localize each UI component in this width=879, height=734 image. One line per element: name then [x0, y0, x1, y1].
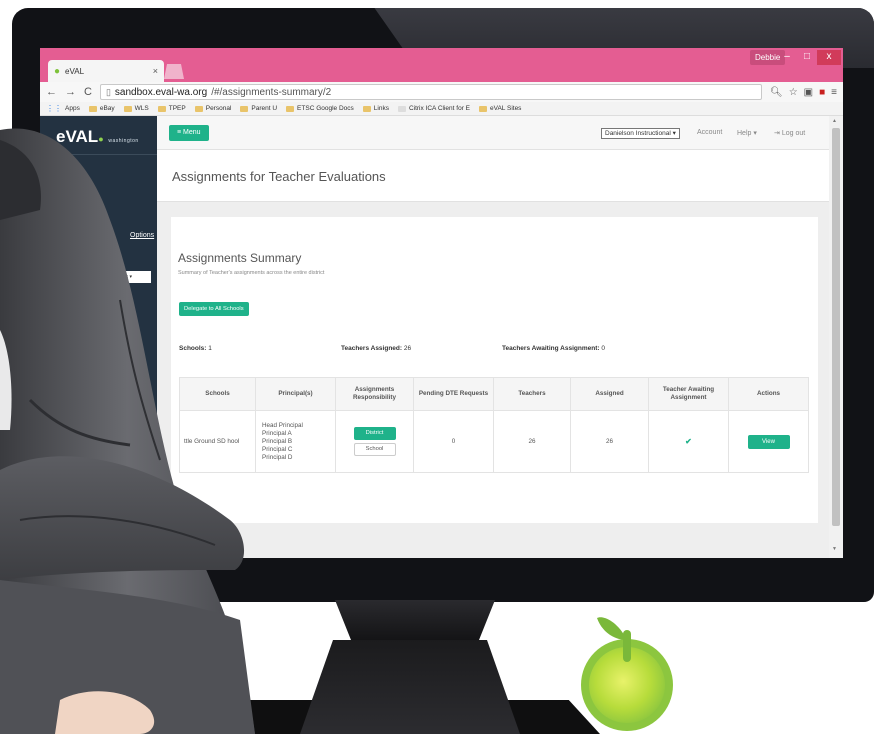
cell-responsibility: District School [335, 410, 414, 473]
zoom-icon[interactable]: 🔍︎ [770, 87, 783, 98]
page-scrollbar[interactable]: ▲ ▼ [829, 116, 843, 558]
new-tab-button[interactable] [164, 64, 184, 79]
view-button[interactable]: View [747, 434, 790, 449]
page-icon: ▯ [105, 86, 111, 97]
table-row: ttle Ground SD hool Head Principal Princ… [179, 410, 809, 473]
cell-awaiting: ✔ [648, 410, 729, 473]
acrobat-icon[interactable]: ■ [819, 87, 825, 98]
tab-title: eVAL [65, 66, 85, 76]
stat-teachers-awaiting: Teachers Awaiting Assignment: 0 [502, 345, 605, 352]
assignments-summary-panel: Assignments Summary Summary of Teacher's… [171, 217, 818, 523]
bookmark-etsc[interactable]: ETSC Google Docs [286, 105, 354, 112]
url-host: sandbox.eval-wa.org [114, 86, 208, 98]
chrome-menu-icon[interactable]: ≡ [831, 87, 837, 98]
reload-icon[interactable]: C [84, 86, 92, 98]
scroll-thumb[interactable] [832, 128, 840, 526]
monitor-stand [300, 640, 520, 734]
address-bar[interactable]: ▯ sandbox.eval-wa.org/#/assignments-summ… [99, 84, 762, 100]
eval-favicon-icon: ● [54, 65, 61, 77]
monitor-neck [335, 600, 495, 640]
bookmark-links[interactable]: Links [362, 105, 389, 112]
bookmark-citrix[interactable]: Citrix ICA Client for E [397, 105, 470, 112]
cell-principals: Head Principal Principal A Principal B P… [255, 410, 336, 473]
col-actions: Actions [728, 377, 809, 411]
scroll-down-icon[interactable]: ▼ [832, 546, 837, 552]
col-principals: Principal(s) [255, 377, 336, 411]
logout-link[interactable]: ⇥ Log out [774, 129, 805, 137]
maximize-button[interactable]: □ [797, 50, 817, 65]
bookmark-star-icon[interactable]: ☆ [789, 87, 798, 98]
forward-arrow-icon[interactable]: → [65, 86, 76, 98]
browser-toolbar: ← → C ▯ sandbox.eval-wa.org/#/assignment… [40, 82, 843, 102]
person-crossed-arms-image [0, 128, 255, 734]
stat-teachers-assigned: Teachers Assigned: 26 [341, 345, 412, 352]
cell-pending: 0 [413, 410, 494, 473]
cell-assigned: 26 [570, 410, 649, 473]
district-toggle-button[interactable]: District [353, 427, 396, 440]
back-arrow-icon[interactable]: ← [46, 86, 57, 98]
col-assigned: Assigned [570, 377, 649, 411]
col-awaiting: Teacher Awaiting Assignment [648, 377, 729, 411]
framework-select[interactable]: Danielson Instructional ▾ [601, 128, 680, 139]
extension-icon[interactable]: ▣ [804, 87, 813, 98]
col-pending-dte: Pending DTE Requests [413, 377, 494, 411]
check-icon: ✔ [685, 437, 692, 446]
minimize-button[interactable]: – [777, 50, 797, 65]
browser-titlebar: ● eVAL × Debbie – □ x [40, 48, 843, 82]
table-header-row: Schools Principal(s) Assignments Respons… [179, 377, 809, 411]
col-teachers: Teachers [493, 377, 571, 411]
apple-logo-icon [581, 617, 673, 731]
folder-icon [362, 105, 371, 112]
close-window-button[interactable]: x [817, 50, 841, 65]
page-icon [397, 105, 406, 112]
scroll-up-icon[interactable]: ▲ [832, 118, 837, 124]
cell-actions: View [728, 410, 809, 473]
school-toggle-button[interactable]: School [353, 443, 396, 456]
help-link[interactable]: Help ▾ [737, 129, 757, 137]
bookmark-eval-sites[interactable]: eVAL Sites [479, 105, 521, 112]
account-link[interactable]: Account [697, 129, 722, 136]
cell-teachers: 26 [493, 410, 571, 473]
assignments-table: Schools Principal(s) Assignments Respons… [179, 377, 809, 473]
logout-icon: ⇥ [774, 130, 780, 137]
folder-icon [479, 105, 487, 112]
folder-icon [286, 105, 295, 112]
col-assignments-responsibility: Assignments Responsibility [335, 377, 414, 411]
url-path: /#/assignments-summary/2 [211, 86, 332, 98]
browser-tab[interactable]: ● eVAL × [48, 60, 164, 82]
toolbar-icons: 🔍︎ ☆ ▣ ■ ≡ [770, 87, 837, 98]
tab-close-icon[interactable]: × [153, 66, 158, 76]
